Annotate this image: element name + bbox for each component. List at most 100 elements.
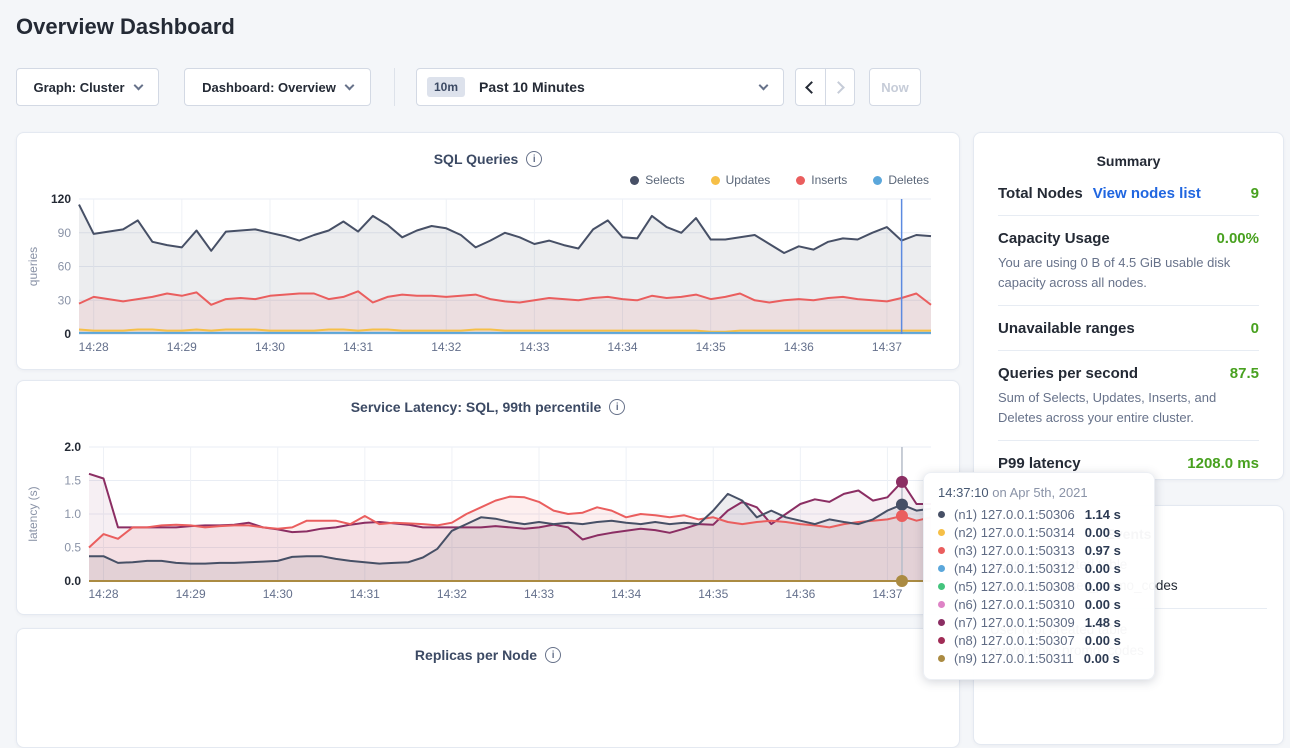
svg-text:14:30: 14:30 [255, 340, 285, 354]
total-nodes-label: Total Nodes [998, 185, 1083, 202]
tooltip-node-value: 0.00 s [1085, 579, 1121, 594]
qps-description: Sum of Selects, Updates, Inserts, and De… [998, 388, 1259, 427]
sql-queries-chart[interactable]: 030609012014:2814:2914:3014:3114:3214:33… [17, 189, 961, 365]
tooltip-node-label: (n8) 127.0.0.1:50307 [954, 633, 1075, 648]
svg-text:60: 60 [58, 260, 72, 274]
svg-text:14:33: 14:33 [519, 340, 549, 354]
service-latency-chart[interactable]: 0.00.51.01.52.014:2814:2914:3014:3114:32… [17, 437, 961, 613]
tooltip-node-row: (n3) 127.0.0.1:503130.97 s [938, 541, 1140, 559]
legend-label: Selects [645, 173, 684, 187]
svg-text:90: 90 [58, 226, 72, 240]
tooltip-node-row: (n8) 127.0.0.1:50307 0.00 s [938, 631, 1140, 649]
svg-text:latency (s): latency (s) [26, 486, 40, 541]
time-step-forward-button[interactable] [825, 69, 855, 105]
tooltip-node-label: (n9) 127.0.0.1:50311 [954, 651, 1074, 666]
svg-text:14:28: 14:28 [79, 340, 109, 354]
svg-text:14:33: 14:33 [524, 587, 554, 601]
legend-item-deletes[interactable]: Deletes [873, 173, 929, 187]
summary-row-qps: Queries per second 87.5 Sum of Selects, … [998, 351, 1259, 441]
time-range-picker[interactable]: 10m Past 10 Minutes [416, 68, 784, 106]
tooltip-node-label: (n2) 127.0.0.1:50314 [954, 525, 1075, 540]
graph-scope-dropdown-label: Graph: Cluster [33, 80, 124, 95]
now-button[interactable]: Now [869, 68, 921, 106]
tooltip-node-label: (n7) 127.0.0.1:50309 [954, 615, 1075, 630]
legend-label: Inserts [811, 173, 847, 187]
tooltip-node-row: (n4) 127.0.0.1:50312 0.00 s [938, 559, 1140, 577]
time-range-badge: 10m [427, 77, 465, 97]
tooltip-node-row: (n2) 127.0.0.1:50314 0.00 s [938, 523, 1140, 541]
total-nodes-value: 9 [1251, 185, 1259, 202]
legend-label: Updates [726, 173, 771, 187]
service-latency-chart-title: Service Latency: SQL, 99th percentile [351, 399, 602, 415]
node-color-dot-icon [938, 583, 945, 590]
svg-text:1.0: 1.0 [64, 507, 81, 521]
graph-scope-dropdown[interactable]: Graph: Cluster [16, 68, 159, 106]
capacity-usage-value: 0.00% [1216, 230, 1259, 247]
p99-latency-label: P99 latency [998, 455, 1081, 472]
overview-dashboard-page: Overview Dashboard Graph: Cluster Dashbo… [0, 0, 1290, 689]
legend-dot-icon [711, 176, 720, 185]
dashboard-dropdown[interactable]: Dashboard: Overview [184, 68, 371, 106]
chevron-down-icon [133, 80, 143, 90]
tooltip-node-value: 1.14 s [1085, 507, 1121, 522]
capacity-usage-description: You are using 0 B of 4.5 GiB usable disk… [998, 253, 1259, 292]
tooltip-node-value: 1.48 s [1085, 615, 1121, 630]
svg-text:14:36: 14:36 [784, 340, 814, 354]
service-latency-card: Service Latency: SQL, 99th percentile i … [16, 380, 960, 615]
summary-row-unavailable-ranges: Unavailable ranges 0 [998, 306, 1259, 351]
legend-item-updates[interactable]: Updates [711, 173, 771, 187]
svg-text:14:32: 14:32 [437, 587, 467, 601]
svg-text:14:35: 14:35 [698, 587, 728, 601]
replicas-per-node-card: Replicas per Node i [16, 628, 960, 748]
tooltip-node-value: 0.00 s [1085, 597, 1121, 612]
svg-text:14:31: 14:31 [350, 587, 380, 601]
tooltip-node-label: (n1) 127.0.0.1:50306 [954, 507, 1075, 522]
legend-item-inserts[interactable]: Inserts [796, 173, 847, 187]
tooltip-node-value: 0.00 s [1085, 525, 1121, 540]
svg-text:0.5: 0.5 [64, 541, 81, 555]
tooltip-node-label: (n4) 127.0.0.1:50312 [954, 561, 1075, 576]
view-nodes-list-link[interactable]: View nodes list [1093, 185, 1201, 202]
info-icon[interactable]: i [545, 647, 561, 663]
chevron-down-icon [759, 80, 769, 90]
chevron-left-icon [805, 81, 818, 94]
node-color-dot-icon [938, 529, 945, 536]
info-icon[interactable]: i [609, 399, 625, 415]
svg-text:14:36: 14:36 [785, 587, 815, 601]
node-color-dot-icon [938, 511, 945, 518]
tooltip-node-row: (n1) 127.0.0.1:50306 1.14 s [938, 505, 1140, 523]
svg-text:120: 120 [51, 192, 71, 206]
svg-text:2.0: 2.0 [64, 440, 81, 454]
svg-text:14:32: 14:32 [431, 340, 461, 354]
time-step-back-button[interactable] [796, 69, 825, 105]
time-step-buttons [795, 68, 855, 106]
unavailable-ranges-value: 0 [1251, 320, 1259, 337]
svg-text:14:34: 14:34 [611, 587, 641, 601]
dashboard-dropdown-label: Dashboard: Overview [202, 80, 336, 95]
unavailable-ranges-label: Unavailable ranges [998, 320, 1135, 337]
tooltip-timestamp: 14:37:10 on Apr 5th, 2021 [938, 485, 1140, 500]
svg-text:queries: queries [26, 247, 40, 286]
tooltip-node-value: 0.00 s [1085, 561, 1121, 576]
legend-item-selects[interactable]: Selects [630, 173, 684, 187]
replicas-per-node-chart-title: Replicas per Node [415, 647, 537, 663]
page-title: Overview Dashboard [16, 14, 235, 40]
svg-text:14:34: 14:34 [608, 340, 638, 354]
svg-text:14:29: 14:29 [176, 587, 206, 601]
summary-title: Summary [974, 153, 1283, 169]
tooltip-node-row: (n7) 127.0.0.1:50309 1.48 s [938, 613, 1140, 631]
tooltip-node-value: 0.00 s [1085, 633, 1121, 648]
legend-label: Deletes [888, 173, 929, 187]
tooltip-node-label: (n5) 127.0.0.1:50308 [954, 579, 1075, 594]
capacity-usage-label: Capacity Usage [998, 230, 1110, 247]
sql-queries-chart-title: SQL Queries [434, 151, 519, 167]
svg-text:1.5: 1.5 [64, 474, 81, 488]
chevron-down-icon [344, 80, 354, 90]
svg-text:14:30: 14:30 [263, 587, 293, 601]
tooltip-node-value: 0.97 s [1085, 543, 1121, 558]
info-icon[interactable]: i [526, 151, 542, 167]
legend-dot-icon [630, 176, 639, 185]
node-color-dot-icon [938, 637, 945, 644]
node-color-dot-icon [938, 601, 945, 608]
svg-text:14:29: 14:29 [167, 340, 197, 354]
